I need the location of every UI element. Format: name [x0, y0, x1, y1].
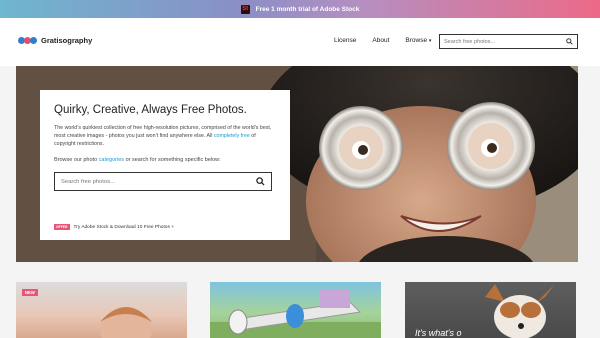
- hero-description: The world’s quirkiest collection of free…: [54, 124, 272, 148]
- main-nav: License About Browse ▾: [334, 37, 431, 44]
- offer-link[interactable]: Try Adobe Stock & Download 10 Free Photo…: [74, 225, 174, 230]
- nav-browse-label: Browse: [405, 37, 428, 44]
- hero-title: Quirky, Creative, Always Free Photos.: [54, 104, 247, 116]
- hero-banner: Quirky, Creative, Always Free Photos. Th…: [16, 66, 578, 262]
- photo-woman: [100, 307, 152, 338]
- header-search-input[interactable]: Search free photos...: [444, 39, 566, 45]
- promo-banner[interactable]: St Free 1 month trial of Adobe Stock: [0, 0, 600, 18]
- adobe-stock-icon: St: [240, 4, 250, 14]
- search-icon[interactable]: [566, 38, 573, 45]
- nav-about[interactable]: About: [372, 37, 389, 44]
- photo-tile[interactable]: [210, 282, 381, 338]
- hero-search[interactable]: Search free photos...: [54, 172, 272, 191]
- photo-skateboard: [210, 290, 381, 338]
- new-badge: NEW: [22, 289, 38, 296]
- hero-search-input[interactable]: Search free photos...: [61, 179, 256, 185]
- logo-icon: [18, 37, 37, 44]
- browse-text-start: Browse our photo: [54, 157, 98, 163]
- chevron-down-icon: ▾: [428, 38, 432, 44]
- photo-grid: NEW It's what's o: [16, 282, 578, 338]
- nav-browse[interactable]: Browse ▾: [405, 37, 431, 44]
- promo-text[interactable]: Free 1 month trial of Adobe Stock: [256, 6, 360, 13]
- photo-tile[interactable]: NEW: [16, 282, 187, 338]
- completely-free-link[interactable]: completely free: [214, 133, 250, 139]
- site-header: Gratisography License About Browse ▾ Sea…: [0, 18, 600, 66]
- logo[interactable]: Gratisography: [18, 36, 92, 45]
- browse-text-end: or search for something specific below:: [125, 157, 221, 163]
- hero-card: Quirky, Creative, Always Free Photos. Th…: [40, 90, 290, 240]
- search-icon[interactable]: [256, 177, 265, 186]
- adobe-offer[interactable]: OFFER Try Adobe Stock & Download 10 Free…: [54, 224, 174, 230]
- browse-text: Browse our photo categories or search fo…: [54, 157, 276, 163]
- offer-badge: OFFER: [54, 224, 70, 230]
- categories-link[interactable]: categories: [99, 157, 124, 163]
- nav-license[interactable]: License: [334, 37, 356, 44]
- header-search[interactable]: Search free photos...: [439, 34, 578, 49]
- photo-caption: It's what's o: [415, 328, 462, 338]
- logo-text: Gratisography: [41, 36, 93, 45]
- photo-tile[interactable]: It's what's o: [405, 282, 576, 338]
